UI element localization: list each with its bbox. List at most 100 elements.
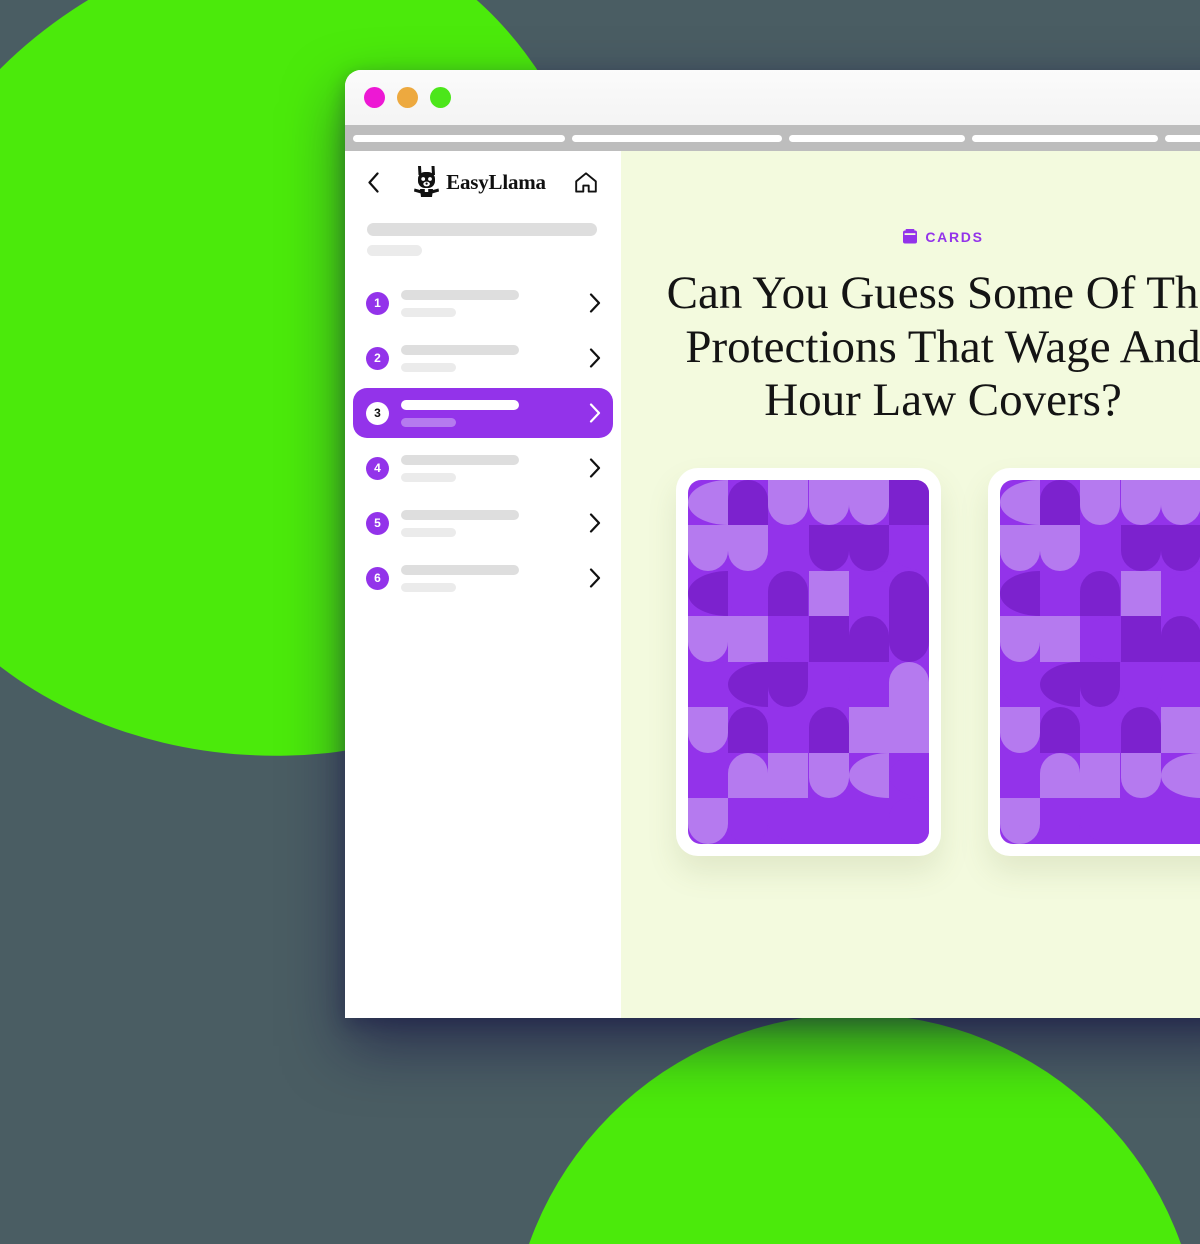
pattern-pill xyxy=(848,661,889,708)
sidebar-item-label-placeholder xyxy=(401,564,577,592)
pattern-pill xyxy=(1040,479,1081,526)
sidebar-header: EasyLlama xyxy=(345,151,621,213)
pattern-pill xyxy=(808,798,849,844)
pattern-column xyxy=(1120,479,1161,844)
pattern-pill xyxy=(688,616,729,662)
sidebar-item-label-placeholder xyxy=(401,454,577,482)
llama-logo-icon xyxy=(414,166,440,197)
pattern-pill xyxy=(1040,570,1081,617)
pattern-pill xyxy=(1080,525,1121,571)
back-chevron-icon xyxy=(367,171,379,193)
pattern-pill xyxy=(848,479,889,526)
sidebar-item-2[interactable]: 2 xyxy=(353,333,613,383)
browser-window: EasyLlama 1 23456 CARDS Can You Guess Som… xyxy=(345,70,1200,1018)
pattern-pill xyxy=(1160,616,1200,662)
pattern-pill xyxy=(1000,479,1041,526)
toolbar-placeholder-bar xyxy=(353,134,565,142)
pattern-pill xyxy=(808,479,849,526)
pattern-pill xyxy=(848,570,889,617)
pattern-pill xyxy=(728,616,769,662)
pattern-column xyxy=(888,479,929,844)
pattern-pill xyxy=(688,798,729,844)
pattern-pill xyxy=(1160,798,1200,844)
pattern-pill xyxy=(1080,479,1121,526)
sidebar-item-3[interactable]: 3 xyxy=(353,388,613,438)
pattern-column xyxy=(1080,479,1121,844)
sidebar-item-number-badge: 1 xyxy=(366,291,389,315)
sidebar-item-1[interactable]: 1 xyxy=(353,278,613,328)
pattern-pill xyxy=(768,752,809,799)
pattern-pill xyxy=(808,616,849,662)
placeholder-bar xyxy=(401,344,519,355)
sidebar-item-5[interactable]: 5 xyxy=(353,498,613,548)
placeholder-bar xyxy=(401,564,519,575)
card-back-pattern xyxy=(1000,479,1200,844)
pattern-pill xyxy=(1160,570,1200,617)
pattern-pill xyxy=(888,570,929,617)
placeholder-bar xyxy=(401,472,456,482)
card-back-2[interactable] xyxy=(988,467,1200,856)
chevron-right-icon xyxy=(589,348,601,368)
placeholder-bar xyxy=(401,362,456,372)
back-button[interactable] xyxy=(358,167,388,197)
pattern-pill xyxy=(1160,707,1200,753)
home-icon xyxy=(575,171,597,193)
browser-titlebar xyxy=(345,70,1200,125)
pattern-pill xyxy=(768,661,809,708)
traffic-light-maximize-button[interactable] xyxy=(430,87,451,108)
pattern-pill xyxy=(1000,570,1041,617)
pattern-pill xyxy=(1160,525,1200,571)
pattern-pill xyxy=(1080,616,1121,662)
pattern-pill xyxy=(1080,661,1121,708)
pattern-pill xyxy=(1040,752,1081,799)
traffic-light-minimize-button[interactable] xyxy=(397,87,418,108)
toolbar-placeholder-bar xyxy=(972,134,1158,142)
sidebar-title-placeholder xyxy=(345,213,621,256)
sidebar-item-label-placeholder xyxy=(401,344,577,372)
placeholder-bar xyxy=(401,527,456,537)
pattern-pill xyxy=(768,525,809,571)
pattern-pill xyxy=(808,525,849,571)
lesson-nav-list: 1 2 3 4 5 6 xyxy=(345,278,621,603)
toolbar-placeholder-bar xyxy=(572,134,782,142)
browser-toolbar xyxy=(345,125,1200,151)
card-back-1[interactable] xyxy=(676,467,941,856)
pattern-pill xyxy=(1000,661,1041,708)
placeholder-bar xyxy=(367,223,597,236)
pattern-pill xyxy=(1120,752,1161,799)
chevron-right-icon xyxy=(589,513,601,533)
pattern-pill xyxy=(888,479,929,526)
browser-viewport: EasyLlama 1 23456 CARDS Can You Guess Som… xyxy=(345,151,1200,1018)
pattern-pill xyxy=(1120,525,1161,571)
chevron-right-icon xyxy=(589,293,601,313)
pattern-pill xyxy=(848,798,889,844)
brand-logo[interactable]: EasyLlama xyxy=(413,164,546,200)
traffic-light-close-button[interactable] xyxy=(364,87,385,108)
pattern-pill xyxy=(808,661,849,708)
pattern-pill xyxy=(848,525,889,571)
placeholder-bar xyxy=(367,245,422,256)
home-button[interactable] xyxy=(571,167,601,197)
pattern-pill xyxy=(688,570,729,617)
pattern-column xyxy=(848,479,889,844)
pattern-pill xyxy=(1000,752,1041,799)
pattern-pill xyxy=(768,570,809,617)
pattern-pill xyxy=(888,661,929,708)
placeholder-bar xyxy=(401,454,519,465)
sidebar-item-label-placeholder xyxy=(401,399,577,427)
content-type-text: CARDS xyxy=(925,229,984,245)
sidebar-item-4[interactable]: 4 xyxy=(353,443,613,493)
pattern-column xyxy=(1160,479,1200,844)
pattern-pill xyxy=(848,616,889,662)
pattern-pill xyxy=(1120,798,1161,844)
pattern-pill xyxy=(688,752,729,799)
pattern-pill xyxy=(1040,798,1081,844)
pattern-pill xyxy=(728,707,769,753)
pattern-pill xyxy=(1040,525,1081,571)
sidebar-item-label-placeholder xyxy=(401,509,577,537)
sidebar-item-6[interactable]: 6 xyxy=(353,553,613,603)
pattern-pill xyxy=(688,661,729,708)
pattern-pill xyxy=(1040,707,1081,753)
pattern-pill xyxy=(1000,616,1041,662)
pattern-pill xyxy=(888,752,929,799)
